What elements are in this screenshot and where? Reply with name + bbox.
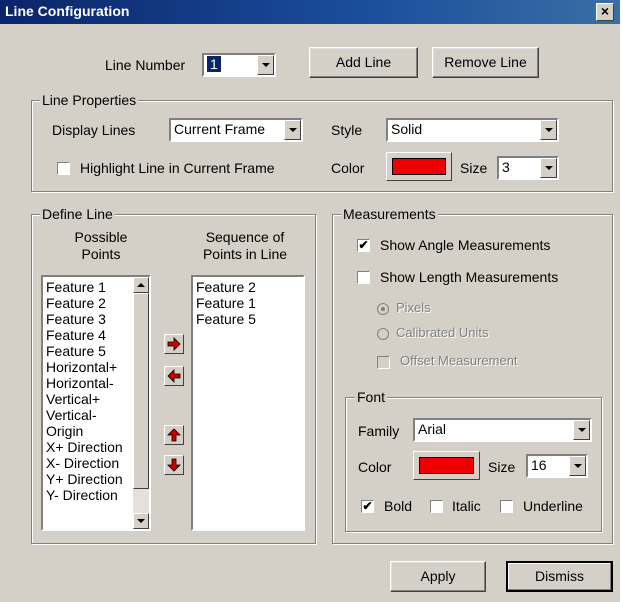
show-length-checkbox[interactable] bbox=[357, 271, 370, 284]
font-color-label: Color bbox=[358, 459, 392, 475]
italic-label: Italic bbox=[452, 498, 481, 514]
checkmark-icon: ✔ bbox=[362, 499, 373, 513]
move-down-button[interactable] bbox=[164, 455, 184, 475]
font-color-swatch bbox=[419, 457, 474, 474]
line-configuration-dialog: Line Configuration × Line Number 1 Add L… bbox=[0, 0, 620, 602]
move-up-button[interactable] bbox=[164, 425, 184, 445]
list-item[interactable]: Feature 1 bbox=[193, 295, 303, 311]
display-lines-select[interactable]: Current Frame bbox=[169, 118, 303, 142]
offset-measurement-checkbox[interactable] bbox=[377, 356, 390, 369]
pixels-label: Pixels bbox=[396, 300, 431, 315]
underline-checkbox[interactable] bbox=[500, 500, 513, 513]
arrow-right-icon bbox=[167, 337, 181, 351]
font-family-label: Family bbox=[358, 423, 400, 439]
line-color-button[interactable] bbox=[386, 152, 452, 181]
line-properties-legend: Line Properties bbox=[40, 92, 139, 108]
display-lines-label: Display Lines bbox=[52, 122, 136, 138]
underline-label: Underline bbox=[523, 498, 583, 514]
line-number-label: Line Number bbox=[105, 57, 186, 73]
line-color-swatch bbox=[392, 158, 446, 175]
line-size-value: 3 bbox=[502, 159, 510, 175]
scroll-up-icon[interactable] bbox=[133, 277, 149, 293]
chevron-down-icon[interactable] bbox=[284, 120, 301, 140]
font-color-button[interactable] bbox=[413, 451, 480, 480]
show-angle-checkbox[interactable]: ✔ bbox=[357, 239, 370, 252]
font-size-label: Size bbox=[488, 459, 516, 475]
calibrated-units-label: Calibrated Units bbox=[396, 325, 489, 340]
close-icon[interactable]: × bbox=[596, 3, 614, 21]
chevron-down-icon[interactable] bbox=[540, 120, 557, 140]
arrow-up-icon bbox=[167, 428, 181, 442]
possible-points-header: Possible Points bbox=[74, 229, 128, 262]
possible-points-scrollbar[interactable] bbox=[133, 277, 149, 529]
font-size-value: 16 bbox=[531, 457, 547, 473]
title-bar: Line Configuration × bbox=[0, 0, 620, 24]
scroll-thumb[interactable] bbox=[133, 293, 149, 489]
style-label: Style bbox=[331, 122, 363, 138]
chevron-down-icon[interactable] bbox=[569, 456, 586, 476]
checkmark-icon: ✔ bbox=[358, 238, 369, 252]
font-family-value: Arial bbox=[418, 421, 447, 437]
font-family-select[interactable]: Arial bbox=[413, 418, 592, 442]
highlight-line-checkbox[interactable] bbox=[57, 162, 70, 175]
display-lines-value: Current Frame bbox=[174, 121, 266, 137]
chevron-down-icon[interactable] bbox=[257, 55, 274, 75]
line-number-value: 1 bbox=[207, 56, 221, 72]
arrow-down-icon bbox=[167, 458, 181, 472]
sequence-points-list[interactable]: Feature 2 Feature 1 Feature 5 bbox=[191, 275, 305, 531]
highlight-line-label: Highlight Line in Current Frame bbox=[80, 160, 275, 176]
dismiss-button[interactable]: Dismiss bbox=[506, 561, 613, 592]
line-number-select[interactable]: 1 bbox=[202, 53, 276, 77]
bold-label: Bold bbox=[384, 498, 413, 514]
font-size-select[interactable]: 16 bbox=[526, 454, 588, 478]
remove-line-button[interactable]: Remove Line bbox=[432, 47, 539, 78]
apply-button[interactable]: Apply bbox=[390, 561, 486, 592]
font-legend: Font bbox=[355, 389, 388, 405]
bold-checkbox[interactable]: ✔ bbox=[361, 500, 374, 513]
list-item[interactable]: Feature 5 bbox=[193, 311, 303, 327]
list-item[interactable]: Feature 2 bbox=[193, 279, 303, 295]
style-select[interactable]: Solid bbox=[386, 118, 559, 142]
line-size-select[interactable]: 3 bbox=[497, 156, 559, 180]
style-value: Solid bbox=[391, 121, 423, 137]
remove-point-button[interactable] bbox=[164, 366, 184, 386]
add-line-button[interactable]: Add Line bbox=[309, 47, 418, 78]
calibrated-units-radio[interactable] bbox=[377, 328, 389, 340]
chevron-down-icon[interactable] bbox=[540, 158, 557, 178]
measurements-legend: Measurements bbox=[341, 206, 438, 222]
sequence-points-header: Sequence of Points in Line bbox=[202, 229, 288, 262]
window-title: Line Configuration bbox=[5, 3, 130, 19]
add-point-button[interactable] bbox=[164, 334, 184, 354]
pixels-radio[interactable] bbox=[377, 303, 389, 315]
scroll-down-icon[interactable] bbox=[133, 513, 149, 529]
possible-points-list[interactable]: Feature 1 Feature 2 Feature 3 Feature 4 Feat… bbox=[41, 275, 151, 531]
italic-checkbox[interactable] bbox=[430, 500, 443, 513]
line-color-label: Color bbox=[331, 160, 365, 176]
offset-measurement-label: Offset Measurement bbox=[400, 353, 518, 368]
arrow-left-icon bbox=[167, 369, 181, 383]
line-size-label: Size bbox=[460, 160, 488, 176]
show-length-label: Show Length Measurements bbox=[380, 269, 559, 285]
define-line-legend: Define Line bbox=[40, 206, 115, 222]
chevron-down-icon[interactable] bbox=[573, 420, 590, 440]
show-angle-label: Show Angle Measurements bbox=[380, 237, 551, 253]
